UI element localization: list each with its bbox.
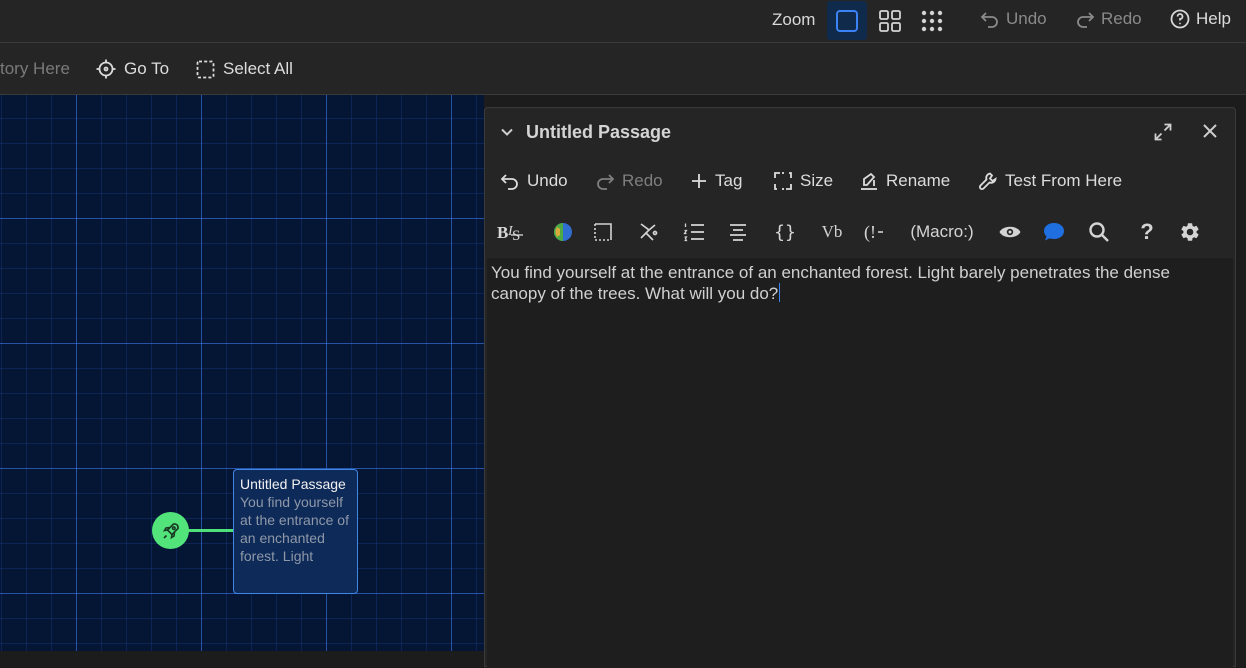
plus-icon [692,174,706,188]
transition-button[interactable] [637,218,661,246]
passage-toolbar: Undo Redo Tag Size Rename Test From Here [485,156,1235,204]
settings-button[interactable] [1178,218,1202,246]
redo-icon [1077,12,1095,28]
rename-icon [861,172,877,190]
macro-label: (Macro:) [910,222,974,241]
passage-text: You find yourself at the entrance of an … [491,263,1170,303]
help-format-button[interactable]: ? [1135,218,1159,246]
tooltips-button[interactable] [1041,218,1067,246]
select-all-button[interactable]: Select All [196,59,293,79]
color-sphere-icon [554,223,572,241]
close-icon [1203,124,1217,138]
numbered-list-icon [683,223,704,242]
passage-card[interactable]: Untitled Passage You find yourself at th… [233,469,358,594]
undo-icon [500,174,518,190]
select-all-label: Select All [223,59,293,78]
border-box-icon [594,223,612,241]
redo-button[interactable]: Redo [1075,9,1142,29]
eye-icon [999,226,1021,238]
top-toolbar: Zoom Undo Redo Help [0,0,1246,43]
story-map-canvas[interactable]: Untitled Passage You find yourself at th… [0,95,484,651]
dialog-header: Untitled Passage [485,108,1235,156]
passage-card-title: Untitled Passage [240,476,346,492]
goto-button[interactable]: Go To [96,59,169,79]
goto-label: Go To [124,59,170,78]
align-button[interactable] [726,218,750,246]
macro-button[interactable]: (Macro:) [907,218,977,246]
collapse-button[interactable] [499,124,515,140]
zoom-small-button[interactable] [912,1,952,40]
colour-button[interactable] [551,218,575,246]
passage-undo-button[interactable]: Undo [500,171,568,191]
verbatim-button[interactable]: Vb [818,218,846,246]
align-center-icon [730,224,746,241]
rename-label: Rename [886,171,951,190]
zoom-passage-button[interactable] [827,1,867,40]
resize-corners-icon [774,172,792,190]
size-label: Size [800,171,834,190]
border-button[interactable] [591,218,615,246]
passage-text-editor[interactable]: You find yourself at the entrance of an … [487,258,1233,668]
text-caret [779,283,781,302]
html-comment-icon: (! [864,222,883,242]
gear-icon [1181,223,1199,241]
expand-arrows-icon [1154,123,1172,141]
story-here-label: tory Here [0,59,70,78]
preview-button[interactable] [997,218,1023,246]
size-button[interactable]: Size [773,171,833,191]
dots-grid-icon [921,10,943,31]
passage-undo-label: Undo [527,171,568,190]
dialog-title: Untitled Passage [526,122,672,142]
help-question-label: ? [1140,219,1154,244]
test-from-here-label: Test From Here [1005,171,1123,190]
chevron-down-icon [501,128,513,136]
undo-button[interactable]: Undo [980,9,1047,29]
crosshair-icon [96,59,116,79]
test-from-here-button[interactable]: Test From Here [978,171,1122,191]
passage-redo-label: Redo [622,171,663,190]
add-tag-button[interactable]: Tag [690,171,742,191]
svg-text:B: B [497,223,508,242]
rename-button[interactable]: Rename [859,171,950,191]
help-label: Help [1196,9,1231,28]
passage-redo-button[interactable]: Redo [595,171,663,191]
redo-label: Redo [1101,9,1142,28]
braces-label: {} [774,221,796,243]
story-toolbar: tory Here Go To Select All [0,43,1246,95]
start-connector-line [185,529,233,532]
maximize-button[interactable] [1153,122,1173,142]
add-tag-label: Tag [715,171,743,190]
close-button[interactable] [1201,122,1219,140]
svg-text:(!: (! [864,222,876,242]
redo-icon [597,174,615,190]
grid-2x2-icon [879,9,901,32]
zoom-label: Zoom [772,10,816,29]
speech-bubble-icon [1044,223,1064,241]
find-button[interactable] [1087,218,1111,246]
bold-italic-strike-icon: BIS [497,223,523,243]
rocket-icon [162,522,179,539]
help-circle-icon [1170,9,1190,29]
start-passage-marker[interactable] [152,512,189,549]
undo-label: Undo [1006,9,1047,28]
help-button[interactable]: Help [1170,9,1231,29]
square-icon [836,9,858,32]
zoom-medium-button[interactable] [870,1,910,40]
passage-text-content: You find yourself at the entrance of an … [487,258,1233,304]
transition-icon [640,223,658,241]
select-dashed-icon [196,60,215,78]
wrench-icon [979,172,997,190]
harlowe-format-toolbar: BIS {} Vb (! (Macro:) [485,212,1235,252]
search-icon [1089,222,1109,242]
comment-syntax-button[interactable]: (! [861,218,891,246]
collapse-whitespace-button[interactable]: {} [771,218,799,246]
story-here-button[interactable]: tory Here [0,59,70,79]
undo-icon [980,12,998,28]
list-button[interactable] [682,218,706,246]
verbatim-label: Vb [821,222,843,241]
bold-strike-button[interactable]: BIS [495,218,525,246]
passage-card-excerpt: You find yourself at the entrance of an … [240,494,349,564]
passage-edit-dialog: Untitled Passage Undo Redo Tag Size Rena… [484,107,1236,668]
